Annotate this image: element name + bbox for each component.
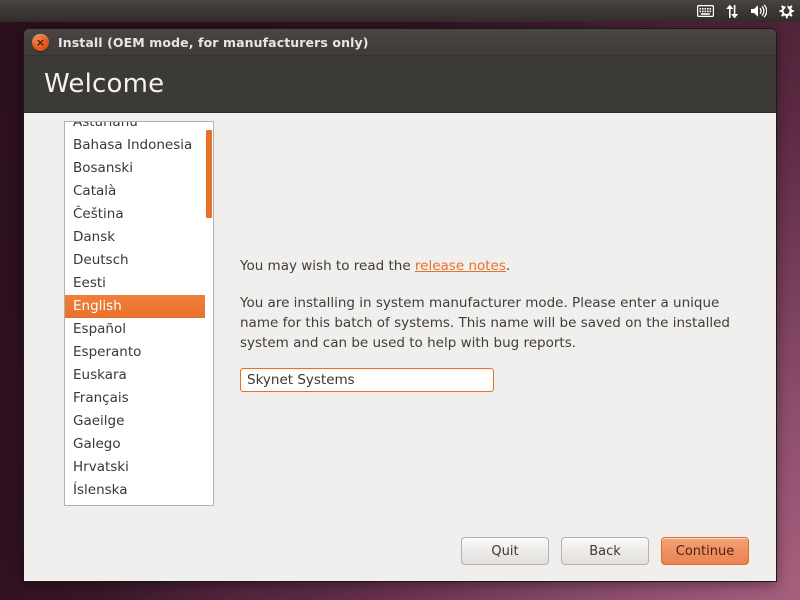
language-item[interactable]: Čeština <box>65 203 213 226</box>
language-item[interactable]: Français <box>65 387 213 410</box>
language-item[interactable]: Español <box>65 318 213 341</box>
language-list[interactable]: Asturianu Bahasa Indonesia Bosanski Català Č… <box>64 121 214 506</box>
top-panel <box>0 0 800 22</box>
language-scrollbar[interactable] <box>205 122 213 505</box>
language-item[interactable]: Euskara <box>65 364 213 387</box>
main-content: You may wish to read the release notes. … <box>214 121 776 581</box>
language-item[interactable]: Esperanto <box>65 341 213 364</box>
language-item[interactable]: Eesti <box>65 272 213 295</box>
release-notes-line: You may wish to read the release notes. <box>240 256 736 276</box>
language-item[interactable]: Galego <box>65 433 213 456</box>
language-item[interactable]: Íslenska <box>65 479 213 502</box>
language-item[interactable]: Dansk <box>65 226 213 249</box>
keyboard-icon[interactable] <box>697 2 714 20</box>
footer-buttons: Quit Back Continue <box>24 521 776 581</box>
window-body: Asturianu Bahasa Indonesia Bosanski Català Č… <box>24 113 776 581</box>
window-titlebar: × Install (OEM mode, for manufacturers o… <box>24 29 776 56</box>
release-notes-link[interactable]: release notes <box>415 258 506 274</box>
language-item[interactable]: Bahasa Indonesia <box>65 134 213 157</box>
language-item[interactable]: Català <box>65 180 213 203</box>
language-item[interactable]: Hrvatski <box>65 456 213 479</box>
language-item[interactable]: Gaeilge <box>65 410 213 433</box>
language-item[interactable]: Bosanski <box>65 157 213 180</box>
release-notes-prefix: You may wish to read the <box>240 258 415 274</box>
window-title: Install (OEM mode, for manufacturers onl… <box>58 34 369 50</box>
installer-window: × Install (OEM mode, for manufacturers o… <box>24 29 776 581</box>
page-header: Welcome <box>24 56 776 113</box>
volume-icon[interactable] <box>750 2 767 20</box>
oem-description: You are installing in system manufacture… <box>240 295 730 351</box>
system-gear-icon[interactable] <box>778 2 794 20</box>
language-scrollbar-thumb[interactable] <box>206 130 212 218</box>
release-notes-suffix: . <box>505 258 511 274</box>
language-item[interactable]: Deutsch <box>65 249 213 272</box>
language-item[interactable]: Asturianu <box>65 122 213 134</box>
page-title: Welcome <box>44 69 165 99</box>
back-button[interactable]: Back <box>561 537 649 565</box>
language-item[interactable]: English <box>65 295 213 318</box>
continue-button[interactable]: Continue <box>661 537 749 565</box>
manufacturer-name-input[interactable] <box>240 368 494 392</box>
close-icon[interactable]: × <box>32 33 49 51</box>
network-icon[interactable] <box>725 2 739 20</box>
language-list-items: Asturianu Bahasa Indonesia Bosanski Català Č… <box>65 122 213 502</box>
quit-button[interactable]: Quit <box>461 537 549 565</box>
